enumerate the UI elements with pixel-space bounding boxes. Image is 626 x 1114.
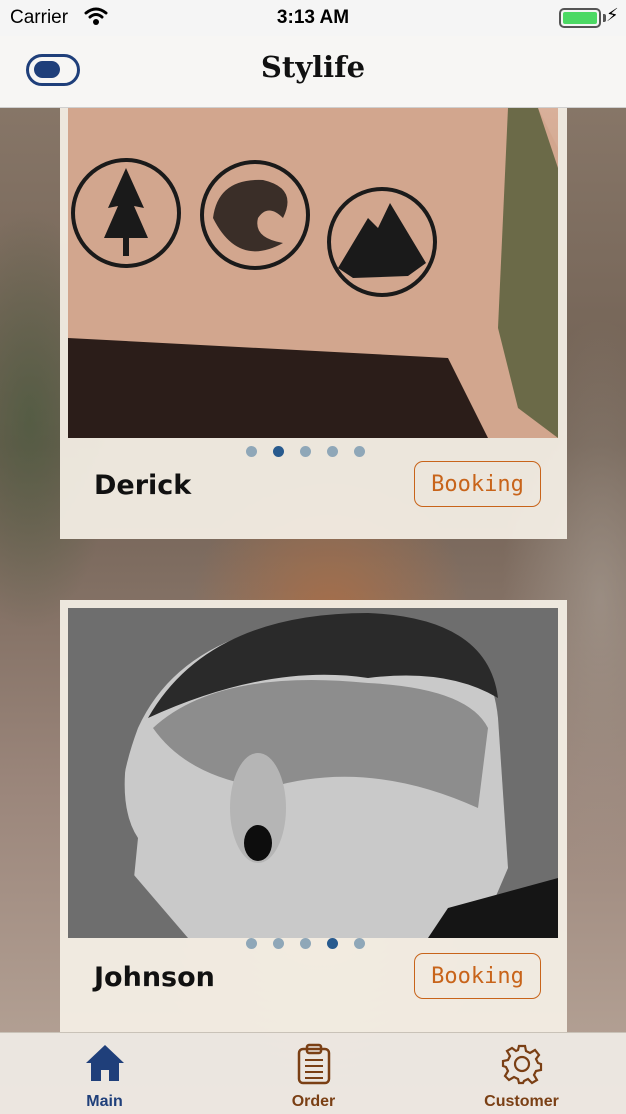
page-dot[interactable] xyxy=(327,446,338,457)
status-bar: Carrier 3:13 AM ⚡︎ xyxy=(0,0,626,36)
page-dot[interactable] xyxy=(354,446,365,457)
tab-bar: Main Order Customer xyxy=(0,1032,626,1114)
charging-icon: ⚡︎ xyxy=(606,5,619,25)
tab-label: Main xyxy=(86,1093,123,1110)
tattoo-photo[interactable] xyxy=(68,108,558,438)
stylist-name: Derick xyxy=(94,470,192,501)
booking-button[interactable]: Booking xyxy=(414,461,541,507)
page-dot[interactable] xyxy=(246,446,257,457)
tab-label: Order xyxy=(291,1093,336,1110)
page-title: Stylife xyxy=(260,50,366,84)
page-dot-active[interactable] xyxy=(327,938,338,949)
booking-button[interactable]: Booking xyxy=(414,953,541,999)
battery-icon xyxy=(559,8,601,28)
tab-main[interactable]: Main xyxy=(0,1033,209,1114)
page-dot[interactable] xyxy=(300,938,311,949)
page-dot[interactable] xyxy=(273,938,284,949)
navigation-bar: Stylife xyxy=(0,36,626,108)
stylist-name: Johnson xyxy=(94,962,215,993)
page-dot[interactable] xyxy=(300,446,311,457)
clipboard-icon xyxy=(296,1043,332,1090)
clock: 3:13 AM xyxy=(276,7,350,28)
tab-label: Customer xyxy=(484,1093,559,1110)
haircut-photo[interactable] xyxy=(68,608,558,938)
home-icon xyxy=(84,1043,126,1088)
tab-customer[interactable]: Customer xyxy=(417,1033,626,1114)
page-dot[interactable] xyxy=(354,938,365,949)
page-indicator[interactable] xyxy=(246,446,365,457)
page-indicator[interactable] xyxy=(246,938,365,949)
stylist-card[interactable]: Derick Booking xyxy=(60,108,567,539)
page-dot-active[interactable] xyxy=(273,446,284,457)
tab-order[interactable]: Order xyxy=(209,1033,418,1114)
battery-level xyxy=(563,12,597,24)
gear-icon xyxy=(501,1043,543,1090)
page-dot[interactable] xyxy=(246,938,257,949)
stylist-card[interactable]: Johnson Booking xyxy=(60,600,567,1032)
